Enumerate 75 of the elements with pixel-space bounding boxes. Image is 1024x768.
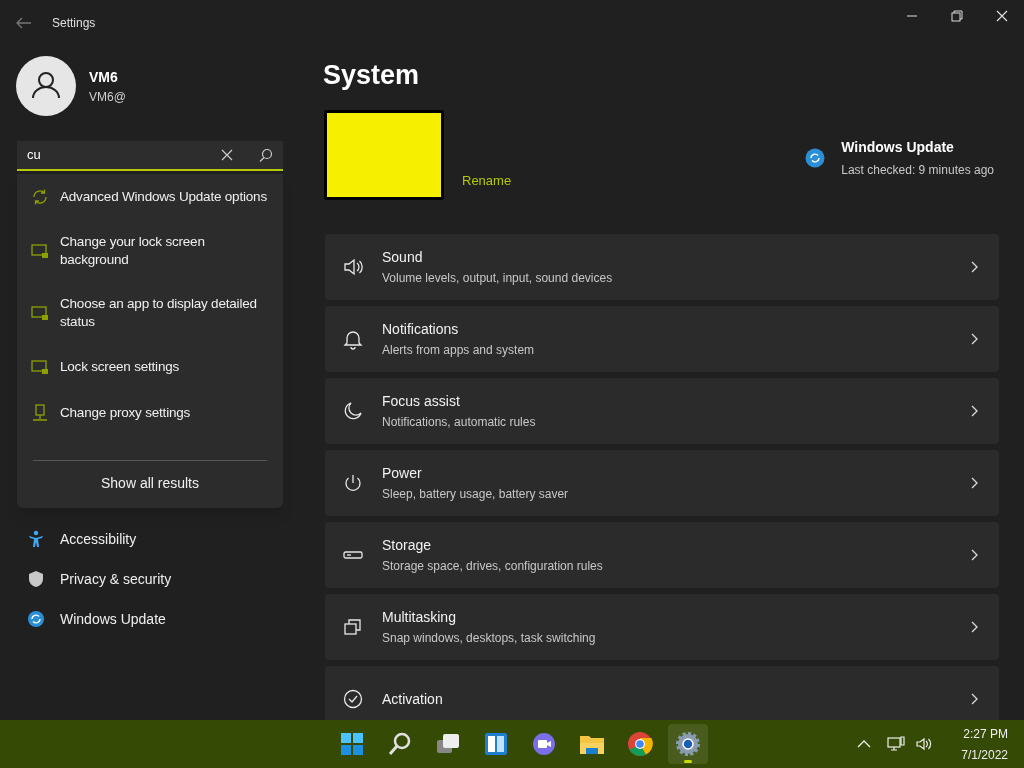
network-icon[interactable] bbox=[887, 735, 906, 753]
settings-card[interactable]: Notifications Alerts from apps and system bbox=[325, 306, 999, 372]
refresh-icon bbox=[30, 187, 50, 207]
card-title: Storage bbox=[382, 536, 433, 555]
chevron-right-icon bbox=[971, 333, 979, 345]
settings-card[interactable]: Sound Volume levels, output, input, sound devices bbox=[325, 234, 999, 300]
monitor-lock-icon bbox=[30, 241, 50, 261]
card-subtitle: Storage space, drives, configuration rules bbox=[382, 558, 603, 575]
gear-taskbar-button[interactable] bbox=[668, 724, 708, 764]
chevron-right-icon bbox=[971, 693, 979, 705]
settings-card[interactable]: Activation bbox=[325, 666, 999, 720]
search-result[interactable]: Advanced Windows Update options bbox=[30, 174, 270, 220]
search-icon[interactable] bbox=[259, 148, 273, 162]
chevron-right-icon bbox=[971, 549, 979, 561]
power-icon bbox=[342, 472, 364, 494]
rename-link[interactable]: Rename bbox=[462, 171, 512, 191]
search-result[interactable]: Change proxy settings bbox=[30, 390, 270, 436]
card-title: Multitasking bbox=[382, 608, 457, 627]
card-subtitle: Snap windows, desktops, task switching bbox=[382, 630, 596, 647]
page-title: System bbox=[323, 59, 420, 92]
card-title: Power bbox=[382, 464, 423, 483]
shield-icon bbox=[27, 570, 45, 588]
card-title: Focus assist bbox=[382, 392, 461, 411]
card-title: Sound bbox=[382, 248, 424, 267]
search-field[interactable]: cu bbox=[27, 145, 213, 165]
sidebar-item[interactable]: Windows Update bbox=[27, 599, 273, 639]
search-result[interactable]: Choose an app to display detailed status bbox=[30, 282, 270, 344]
video-chat-icon bbox=[530, 730, 558, 758]
card-subtitle: Volume levels, output, input, sound devices bbox=[382, 270, 613, 287]
update-status-text: Last checked: 9 minutes ago bbox=[841, 162, 994, 179]
close-icon[interactable] bbox=[221, 149, 233, 161]
chevron-right-icon bbox=[971, 621, 979, 633]
update-icon bbox=[805, 148, 826, 168]
window-title: Settings bbox=[52, 15, 96, 32]
speaker-icon bbox=[342, 256, 364, 278]
clock-date[interactable]: 7/1/2022 bbox=[961, 745, 1008, 764]
chevron-right-icon bbox=[971, 261, 979, 273]
user-name: VM6 bbox=[89, 67, 119, 87]
chevron-right-icon bbox=[971, 405, 979, 417]
monitor-lock-icon bbox=[30, 303, 50, 323]
update-title: Windows Update bbox=[841, 138, 955, 157]
search-result[interactable]: Change your lock screen background bbox=[30, 220, 270, 282]
monitor-lock-icon bbox=[30, 357, 50, 377]
card-subtitle: Alerts from apps and system bbox=[382, 342, 535, 359]
search-bar[interactable]: cu bbox=[17, 141, 283, 171]
check-circle-icon bbox=[342, 688, 364, 710]
card-title: Activation bbox=[382, 689, 443, 709]
windows-logo-icon bbox=[338, 730, 366, 758]
settings-card[interactable]: Focus assist Notifications, automatic rules bbox=[325, 378, 999, 444]
search-result[interactable]: Lock screen settings bbox=[30, 344, 270, 390]
windows-stack-icon bbox=[342, 616, 364, 638]
back-arrow-icon[interactable] bbox=[16, 17, 32, 29]
moon-icon bbox=[342, 400, 364, 422]
network-icon bbox=[30, 403, 50, 423]
sidebar-item[interactable]: Privacy & security bbox=[27, 559, 273, 599]
chevron-up-icon[interactable] bbox=[857, 739, 872, 749]
browser-icon bbox=[626, 730, 654, 758]
card-subtitle: Sleep, battery usage, battery saver bbox=[382, 486, 569, 503]
sidebar-item[interactable]: Accessibility bbox=[27, 519, 273, 559]
widgets-icon bbox=[482, 730, 510, 758]
show-all-results-button[interactable]: Show all results bbox=[30, 461, 270, 505]
settings-card[interactable]: Power Sleep, battery usage, battery saver bbox=[325, 450, 999, 516]
person-icon bbox=[27, 530, 45, 548]
clock-time[interactable]: 2:27 PM bbox=[963, 724, 1008, 743]
bell-icon bbox=[342, 328, 364, 350]
settings-card[interactable]: Multitasking Snap windows, desktops, task switching bbox=[325, 594, 999, 660]
user-email: VM6@ bbox=[89, 88, 126, 106]
gear-icon bbox=[674, 730, 702, 758]
speaker-icon[interactable] bbox=[915, 735, 934, 753]
card-subtitle: Notifications, automatic rules bbox=[382, 414, 536, 431]
settings-card[interactable]: Storage Storage space, drives, configuration rules bbox=[325, 522, 999, 588]
card-title: Notifications bbox=[382, 320, 460, 339]
update-icon bbox=[27, 610, 45, 628]
avatar-icon bbox=[16, 56, 76, 116]
chevron-right-icon bbox=[971, 477, 979, 489]
